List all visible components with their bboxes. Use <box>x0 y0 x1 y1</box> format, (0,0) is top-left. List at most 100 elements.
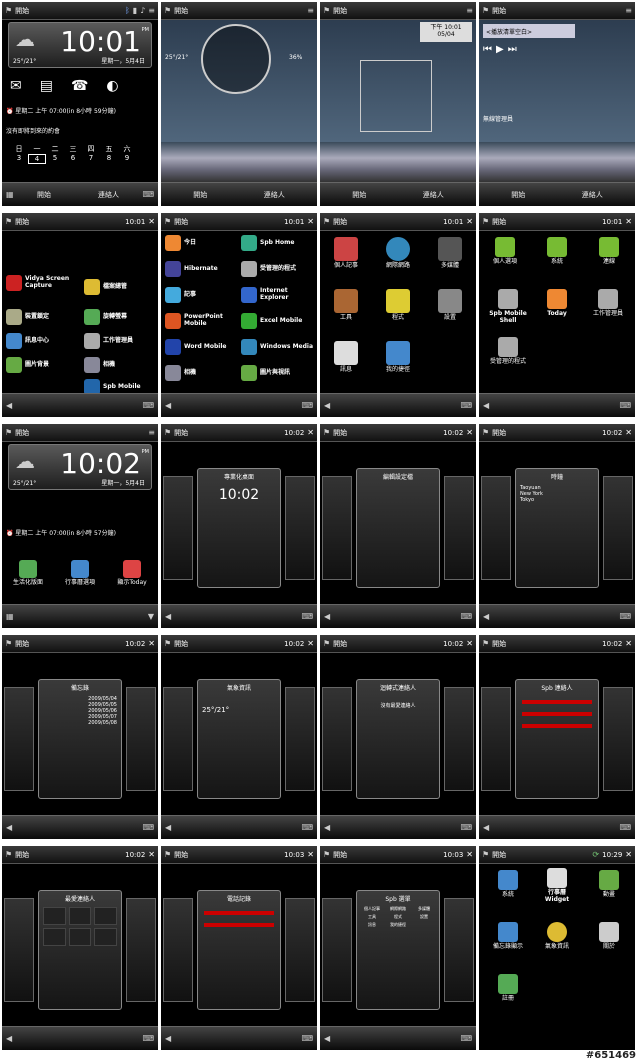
back-icon[interactable]: ◀ <box>324 823 330 832</box>
chevron-down-icon[interactable]: ▼ <box>148 612 154 621</box>
windows-flag-icon[interactable]: ⚑ <box>323 428 330 437</box>
back-icon[interactable]: ◀ <box>6 1034 12 1043</box>
back-icon[interactable]: ◀ <box>324 1034 330 1043</box>
spb-menu-item[interactable]: 設置 <box>412 914 436 920</box>
back-icon[interactable]: ◀ <box>165 612 171 621</box>
menu-tile[interactable]: 備忘錄顯示 <box>483 922 533 951</box>
close-icon[interactable]: ✕ <box>625 217 632 226</box>
menu-item[interactable]: 旋轉螢幕 <box>84 309 127 325</box>
menu-item[interactable]: Spb Home <box>241 235 294 251</box>
carousel-left-card[interactable] <box>163 476 193 580</box>
start-label[interactable]: 開始 <box>174 428 281 438</box>
back-icon[interactable]: ◀ <box>165 401 171 410</box>
start-label[interactable]: 開始 <box>174 6 304 16</box>
menu-tile[interactable]: 註冊 <box>487 974 529 1003</box>
start-softkey[interactable]: 開始 <box>352 190 366 200</box>
spb-menu-item[interactable]: 多媒體 <box>412 906 436 912</box>
start-label[interactable]: 開始 <box>15 428 145 438</box>
back-icon[interactable]: ◀ <box>483 401 489 410</box>
prev-icon[interactable]: ⏮ <box>483 44 492 55</box>
windows-flag-icon[interactable]: ⚑ <box>5 6 12 15</box>
keyboard-icon[interactable]: ⌨ <box>619 401 631 410</box>
carousel-left-card[interactable] <box>4 898 34 1002</box>
back-icon[interactable]: ◀ <box>324 401 330 410</box>
menu-tile[interactable]: 多媒體 <box>428 237 472 270</box>
menu-icon[interactable]: ≡ <box>148 428 155 437</box>
menu-item[interactable]: 記事 <box>165 287 196 303</box>
menu-tile[interactable]: 系統 <box>535 237 579 266</box>
carousel-left-card[interactable] <box>163 898 193 1002</box>
phone-icon[interactable]: ☎ <box>71 78 88 94</box>
contacts-softkey[interactable]: 連絡人 <box>98 190 119 200</box>
back-icon[interactable]: ◀ <box>165 1034 171 1043</box>
start-label[interactable]: 開始 <box>333 217 440 227</box>
grid-icon[interactable]: ▦ <box>6 190 14 199</box>
menu-icon[interactable]: ≡ <box>307 6 314 15</box>
carousel-right-card[interactable] <box>285 898 315 1002</box>
menu-tile[interactable]: 連線 <box>587 237 631 266</box>
start-softkey[interactable]: 開始 <box>511 190 525 200</box>
spb-menu-item[interactable]: 網際網路 <box>386 906 410 912</box>
carousel-right-card[interactable] <box>444 476 474 580</box>
close-icon[interactable]: ✕ <box>148 639 155 648</box>
back-icon[interactable]: ◀ <box>483 612 489 621</box>
start-label[interactable]: 開始 <box>492 428 599 438</box>
menu-item[interactable]: Internet Explorer <box>241 287 315 303</box>
windows-flag-icon[interactable]: ⚑ <box>5 639 12 648</box>
menu-item[interactable]: 工作管理員 <box>84 333 133 349</box>
windows-flag-icon[interactable]: ⚑ <box>164 639 171 648</box>
carousel-left-card[interactable] <box>163 687 193 791</box>
carousel-left-card[interactable] <box>481 476 511 580</box>
menu-tile[interactable]: Today <box>535 289 579 318</box>
carousel-right-card[interactable] <box>126 898 156 1002</box>
menu-tile[interactable]: 工具 <box>324 289 368 322</box>
start-label[interactable]: 開始 <box>492 639 599 649</box>
back-icon[interactable]: ◀ <box>165 823 171 832</box>
menu-tile[interactable]: 氣象資訊 <box>535 922 579 951</box>
menu-tile[interactable]: 行事曆 Widget <box>535 868 579 903</box>
menu-tile[interactable]: 設置 <box>428 289 472 322</box>
keyboard-icon[interactable]: ⌨ <box>460 823 472 832</box>
start-label[interactable]: 開始 <box>333 639 440 649</box>
carousel-right-card[interactable] <box>603 687 633 791</box>
windows-flag-icon[interactable]: ⚑ <box>5 850 12 859</box>
menu-item[interactable]: 裝置鎖定 <box>6 309 49 325</box>
spb-menu-item[interactable]: 訊息 <box>360 922 384 928</box>
carousel-left-card[interactable] <box>4 687 34 791</box>
back-icon[interactable]: ◀ <box>6 401 12 410</box>
menu-icon[interactable]: ≡ <box>625 6 632 15</box>
close-icon[interactable]: ✕ <box>466 428 473 437</box>
windows-flag-icon[interactable]: ⚑ <box>482 6 489 15</box>
menu-item[interactable]: 受管理的程式 <box>241 261 296 277</box>
close-icon[interactable]: ✕ <box>307 428 314 437</box>
menu-item[interactable]: 訊息中心 <box>6 333 49 349</box>
carousel-right-card[interactable] <box>444 687 474 791</box>
spb-menu-item[interactable]: 個人記事 <box>360 906 384 912</box>
start-label[interactable]: 開始 <box>174 639 281 649</box>
shortcut-tile[interactable]: 行事曆選項 <box>56 560 104 587</box>
carousel-card[interactable]: 時鐘 Taoyuan New York Tokyo <box>515 468 599 588</box>
carousel-right-card[interactable] <box>444 898 474 1002</box>
windows-flag-icon[interactable]: ⚑ <box>482 217 489 226</box>
no-appointment[interactable]: 沒有即將到來的約會 <box>6 126 60 135</box>
carousel-left-card[interactable] <box>322 898 352 1002</box>
close-icon[interactable]: ✕ <box>148 850 155 859</box>
keyboard-icon[interactable]: ⌨ <box>460 1034 472 1043</box>
menu-tile[interactable]: 個人記事 <box>324 237 368 270</box>
carousel-right-card[interactable] <box>126 687 156 791</box>
carousel-left-card[interactable] <box>322 476 352 580</box>
carousel-card[interactable]: 電話記錄 <box>197 890 281 1010</box>
menu-item[interactable]: Vidya Screen Capture <box>6 275 82 291</box>
start-label[interactable]: 開始 <box>15 639 122 649</box>
keyboard-icon[interactable]: ⌨ <box>142 1034 154 1043</box>
start-softkey[interactable]: 開始 <box>37 190 51 200</box>
start-softkey[interactable]: 開始 <box>193 190 207 200</box>
keyboard-icon[interactable]: ⌨ <box>460 612 472 621</box>
windows-flag-icon[interactable]: ⚑ <box>164 217 171 226</box>
profile-icon[interactable]: ◐ <box>106 78 118 94</box>
contacts-softkey[interactable]: 連絡人 <box>582 190 603 200</box>
close-icon[interactable]: ✕ <box>148 217 155 226</box>
back-icon[interactable]: ◀ <box>483 823 489 832</box>
menu-tile[interactable]: 個人選項 <box>483 237 527 266</box>
contact-slot[interactable] <box>68 928 92 946</box>
